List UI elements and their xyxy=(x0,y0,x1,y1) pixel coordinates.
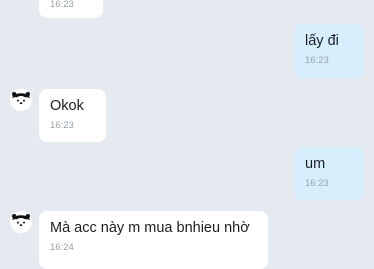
message-timestamp: 16:23 xyxy=(50,120,74,131)
message-timestamp: 16:24 xyxy=(50,242,74,253)
message-text: lấy đi xyxy=(305,33,339,49)
bear-avatar-icon[interactable] xyxy=(10,211,32,233)
bear-avatar-icon[interactable] xyxy=(10,89,32,111)
message-bubble-incoming[interactable]: 16:23 xyxy=(39,0,103,18)
message-bubble-outgoing[interactable]: um 16:23 xyxy=(294,147,363,200)
message-bubble-incoming[interactable]: Okok 16:23 xyxy=(39,89,106,142)
message-timestamp: 16:23 xyxy=(50,0,74,10)
message-text: Okok xyxy=(50,98,84,114)
message-bubble-incoming[interactable]: Mà acc này m mua bnhieu nhờ 16:24 xyxy=(39,211,268,269)
message-timestamp: 16:23 xyxy=(305,55,329,66)
chat-thread[interactable]: 16:23 lấy đi 16:23 Okok 16:23 um 16:23 M… xyxy=(0,0,374,269)
message-text: Mà acc này m mua bnhieu nhờ xyxy=(50,220,250,236)
message-text: um xyxy=(305,156,326,172)
message-bubble-outgoing[interactable]: lấy đi 16:23 xyxy=(294,24,363,78)
message-timestamp: 16:23 xyxy=(305,178,329,189)
